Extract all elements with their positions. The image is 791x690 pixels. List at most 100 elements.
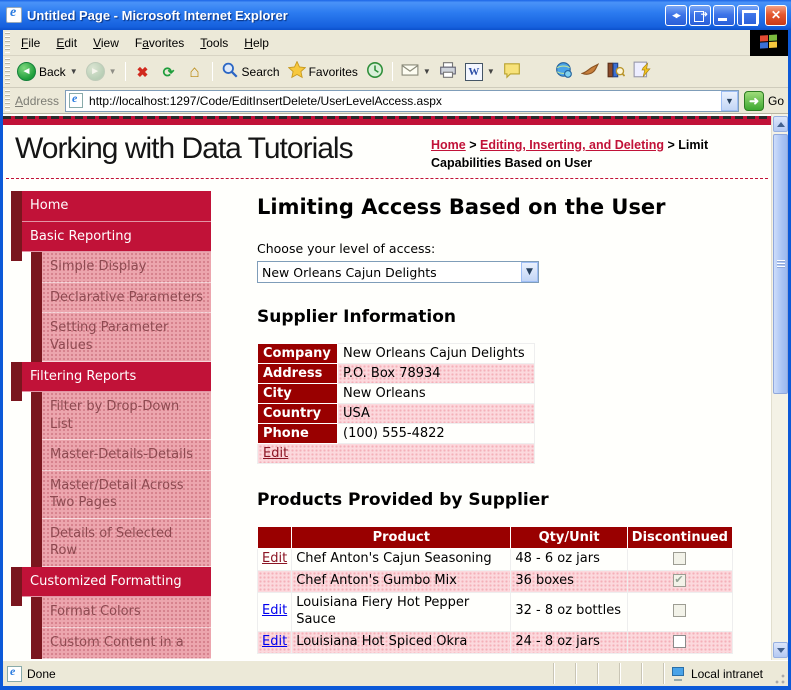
back-button[interactable]: ◄ Back ▼ [13,60,82,83]
discontinued-checkbox[interactable] [673,634,687,648]
discontinued-checkbox [673,573,687,587]
scroll-up-icon[interactable] [773,116,788,132]
menu-tools[interactable]: Tools [192,33,236,53]
switch-icon[interactable] [665,4,687,26]
sidebar-item-label: Custom Content in a [42,628,211,659]
address-input[interactable] [87,92,721,109]
breadcrumb-home[interactable]: Home [431,138,466,152]
menu-edit[interactable]: Edit [48,33,85,53]
mail-button[interactable]: ▼ [397,59,435,84]
home-button[interactable]: ⌂ [182,61,208,83]
detach-icon[interactable] [689,4,711,26]
page-top-rule [3,116,771,125]
menu-view[interactable]: View [85,33,127,53]
menu-bar: File Edit View Favorites Tools Help [3,29,788,56]
access-level-select[interactable]: New Orleans Cajun Delights ▼ [257,261,539,284]
chevron-down-icon[interactable]: ▼ [423,67,431,76]
supplier-field-label: Country [257,403,338,425]
resize-grip-icon[interactable] [773,673,786,686]
nav-accent-bar [11,221,22,261]
status-text: Done [27,666,56,681]
table-row: Country USA [257,403,535,425]
search-button[interactable]: Search [217,59,284,84]
toolbar-button-label: Search [241,64,280,79]
sidebar-item-custom-content-in-a[interactable]: Custom Content in a [31,628,211,659]
sidebar-item-master-detail-across-two-pages[interactable]: Master/Detail Across Two Pages [31,470,211,519]
address-bar: Address ▼ ➜ Go [3,88,788,114]
menu-favorites[interactable]: Favorites [127,33,192,53]
nav-accent-bar [31,252,42,283]
nav-accent-bar [31,313,42,362]
scrollbar-thumb[interactable] [773,134,788,394]
discontinued-checkbox [673,552,687,566]
toolbar-grip-handle[interactable] [5,58,10,85]
sidebar-item-filtering-reports[interactable]: Filtering Reports [11,361,211,401]
library-search-icon [607,61,625,82]
nav-accent-bar [31,597,42,628]
table-row: Edit Louisiana Fiery Hot Pepper Sauce 32 -… [256,592,734,632]
chevron-down-icon[interactable]: ▼ [109,67,117,76]
supplier-field-label: Phone [257,423,338,445]
sidebar-item-label: Format Colors [42,597,211,628]
product-name-cell: Louisiana Hot Spiced Okra [291,630,512,654]
go-button[interactable]: ➜ Go [743,90,784,111]
product-edit-link[interactable]: Edit [262,603,287,618]
address-dropdown-icon[interactable]: ▼ [720,90,738,111]
history-button[interactable] [362,59,388,84]
research-globe-icon [555,61,573,82]
scroll-down-icon[interactable] [773,642,788,658]
sidebar-item-basic-reporting[interactable]: Basic Reporting [11,221,211,261]
fox-button[interactable] [577,59,603,84]
toolbar-separator [124,62,126,81]
table-row: Address P.O. Box 78934 [257,363,535,385]
sidebar-item-details-of-selected-row[interactable]: Details of Selected Row [31,518,211,567]
chevron-down-icon[interactable]: ▼ [487,67,495,76]
menu-file[interactable]: File [13,33,48,53]
maximize-icon[interactable] [737,4,759,26]
sidebar-item-home[interactable]: Home [11,191,211,231]
supplier-field-value: New Orleans Cajun Delights [337,343,535,365]
sidebar-item-declarative-parameters[interactable]: Declarative Parameters [31,282,211,314]
sidebar-item-label: Home [22,191,211,222]
breadcrumb: Home > Editing, Inserting, and Deleting … [431,138,709,171]
sidebar-item-master-details-details[interactable]: Master-Details-Details [31,440,211,471]
breadcrumb-editing-inserting-and-deleting[interactable]: Editing, Inserting, and Deleting [480,138,664,152]
qty-unit-cell: 32 - 8 oz bottles [510,592,628,632]
supplier-heading: Supplier Information [257,307,456,328]
sidebar-item-customized-formatting[interactable]: Customized Formatting [11,566,211,606]
refresh-button[interactable]: ⟳ [156,61,182,83]
product-name-cell: Louisiana Fiery Hot Pepper Sauce [291,592,512,632]
sidebar-item-filter-by-drop-down-list[interactable]: Filter by Drop-Down List [31,392,211,441]
address-grip-handle[interactable] [5,90,10,111]
sidebar-item-setting-parameter-values[interactable]: Setting Parameter Values [31,313,211,362]
chevron-down-icon[interactable]: ▼ [521,262,538,283]
supplier-table: Company New Orleans Cajun Delights Address… [257,343,535,465]
sidebar-item-simple-display[interactable]: Simple Display [31,252,211,283]
minimize-icon[interactable] [713,4,735,26]
discuss-button[interactable] [499,59,525,84]
favorites-star-button[interactable]: Favorites [284,59,362,84]
product-edit-link[interactable]: Edit [262,634,287,649]
access-level-value: New Orleans Cajun Delights [262,264,437,280]
research-globe-button[interactable] [551,59,577,84]
nav-accent-bar [31,282,42,314]
product-edit-link[interactable]: Edit [262,551,287,566]
sidebar-item-format-colors[interactable]: Format Colors [31,597,211,628]
home-icon: ⌂ [189,62,200,81]
chevron-down-icon[interactable]: ▼ [70,67,78,76]
supplier-edit-link[interactable]: Edit [263,446,288,461]
nav-accent-bar [11,191,22,231]
stop-button[interactable]: ✖ [130,61,156,83]
toolbar-separator [391,62,393,81]
edit-word-button[interactable]: W ▼ [461,61,499,83]
supplier-field-value: New Orleans [337,383,535,405]
print-button[interactable] [435,59,461,84]
vertical-scrollbar[interactable] [771,114,788,660]
status-page-icon [7,664,22,682]
menu-help[interactable]: Help [236,33,277,53]
access-prompt: Choose your level of access: [257,241,436,257]
close-icon[interactable] [765,4,787,26]
library-search-button[interactable] [603,59,629,84]
menu-grip-handle[interactable] [5,32,10,53]
messenger-grid-button[interactable] [629,59,655,84]
